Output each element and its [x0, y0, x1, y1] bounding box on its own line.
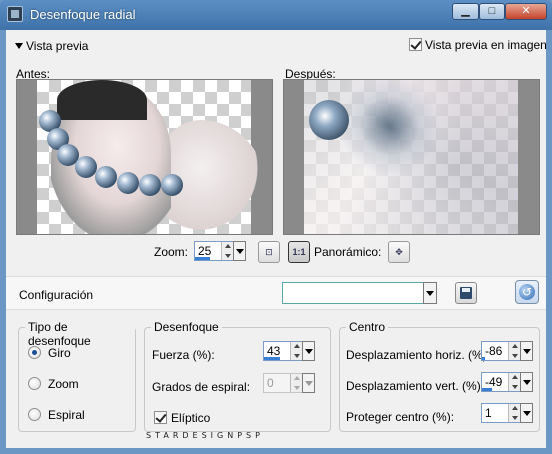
strength-value: 43	[267, 344, 281, 358]
radio-espiral[interactable]	[28, 408, 41, 421]
pan-move-icon[interactable]: ✥	[388, 241, 410, 263]
protect-center-label: Proteger centro (%):	[346, 410, 455, 424]
configuration-label: Configuración	[19, 288, 94, 302]
title-bar: Desenfoque radial ▁ □ ✕	[0, 0, 552, 30]
strength-spin-arrows[interactable]	[290, 342, 302, 360]
blur-group: Desenfoque Fuerza (%): 43 Grados de espi…	[144, 320, 331, 432]
zoom-to-fit-icon[interactable]: ⊡	[258, 241, 280, 263]
vert-offset-value: -49	[485, 375, 503, 389]
center-group: Centro Desplazamiento horiz. (%): -86 De…	[339, 320, 540, 432]
preview-bead	[95, 166, 117, 188]
zoom-label: Zoom:	[154, 245, 189, 259]
show-in-image-checkbox[interactable]	[409, 38, 422, 51]
preview-bead	[117, 172, 139, 194]
preview-bead	[309, 100, 349, 140]
close-button[interactable]: ✕	[505, 3, 547, 20]
save-preset-button[interactable]	[455, 282, 477, 304]
preset-combobox[interactable]	[282, 282, 437, 304]
watermark-text: STARDESIGNPSP	[146, 431, 264, 440]
reset-button[interactable]: ↺	[515, 280, 539, 304]
spiral-degrees-spinner[interactable]: 0	[263, 373, 315, 393]
zoom-value: 25	[198, 244, 212, 258]
protect-center-spinner[interactable]: 1	[481, 403, 533, 423]
zoom-spin-arrows[interactable]	[221, 242, 233, 260]
radio-zoom-label: Zoom	[48, 377, 79, 391]
dialog-body: Vista previa Vista previa en imagen Ante…	[6, 30, 547, 448]
center-title: Centro	[346, 320, 389, 334]
zoom-dropdown-button[interactable]	[233, 241, 246, 261]
minimize-button[interactable]: ▁	[452, 3, 479, 20]
app-icon	[7, 6, 23, 22]
protect-center-value: 1	[485, 406, 492, 420]
before-preview[interactable]	[16, 79, 273, 235]
preview-toggle[interactable]: Vista previa	[15, 39, 88, 53]
preview-bead	[75, 156, 97, 178]
radio-zoom[interactable]	[28, 377, 41, 390]
horiz-dropdown-button[interactable]	[520, 341, 533, 361]
transparency-grid	[37, 80, 267, 234]
blur-type-group: Tipo de desenfoque Giro Zoom Espiral	[18, 320, 136, 432]
save-disk-icon	[460, 287, 472, 299]
vert-dropdown-button[interactable]	[520, 372, 533, 392]
spiral-degrees-value: 0	[267, 376, 274, 390]
window-title: Desenfoque radial	[30, 7, 136, 22]
blur-title: Desenfoque	[151, 320, 222, 334]
blur-type-title: Tipo de desenfoque	[25, 320, 135, 348]
radio-giro-label: Giro	[48, 346, 71, 360]
vert-offset-label: Desplazamiento vert. (%):	[346, 379, 485, 393]
preview-hair	[57, 80, 147, 120]
strength-label: Fuerza (%):	[152, 348, 215, 362]
reset-arrow-icon: ↺	[519, 284, 535, 300]
vert-offset-spinner[interactable]: -49	[481, 372, 533, 392]
vert-spin-arrows[interactable]	[508, 373, 520, 391]
protect-dropdown-button[interactable]	[520, 403, 533, 423]
strength-dropdown-button[interactable]	[302, 341, 315, 361]
panoramic-label: Panorámico:	[314, 245, 382, 259]
horiz-offset-bar	[482, 357, 485, 360]
protect-spin-arrows[interactable]	[508, 404, 520, 422]
radio-giro[interactable]	[28, 346, 41, 359]
preview-bead	[161, 174, 183, 196]
radio-espiral-label: Espiral	[48, 408, 85, 422]
strength-bar	[264, 357, 281, 360]
show-in-image-label: Vista previa en imagen	[425, 38, 547, 52]
preview-toggle-label: Vista previa	[26, 39, 89, 53]
preset-dropdown-button[interactable]	[423, 282, 437, 304]
horiz-offset-value: -86	[485, 344, 503, 358]
strength-spinner[interactable]: 43	[263, 341, 315, 361]
actual-size-button[interactable]: 1:1	[288, 241, 310, 263]
vert-offset-bar	[482, 388, 492, 391]
horiz-spin-arrows[interactable]	[508, 342, 520, 360]
spiral-spin-arrows[interactable]	[290, 374, 302, 392]
spiral-dropdown-button[interactable]	[302, 373, 315, 393]
maximize-button[interactable]: □	[479, 3, 505, 20]
elliptical-label: Elíptico	[171, 411, 211, 425]
horiz-offset-label: Desplazamiento horiz. (%):	[346, 348, 491, 362]
spiral-degrees-label: Grados de espiral:	[152, 380, 251, 394]
after-preview[interactable]	[283, 79, 540, 235]
elliptical-checkbox[interactable]	[154, 411, 167, 424]
zoom-spinner[interactable]: 25	[194, 241, 246, 261]
preview-bead	[139, 174, 161, 196]
collapse-triangle-icon	[15, 43, 23, 49]
horiz-offset-spinner[interactable]: -86	[481, 341, 533, 361]
zoom-bar	[195, 257, 211, 260]
